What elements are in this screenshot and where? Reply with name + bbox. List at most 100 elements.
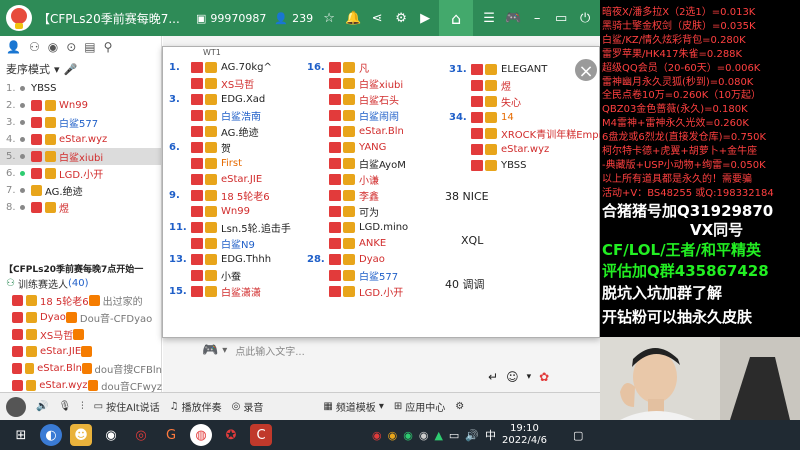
input-method[interactable]: 中 [485, 427, 496, 443]
popup-entry[interactable]: AG.绝迹 [169, 123, 291, 139]
minimize-icon[interactable]: – [529, 11, 545, 26]
speaker-icon[interactable]: 🔊 [465, 429, 479, 442]
share-icon[interactable]: ⋖ [369, 11, 385, 26]
search-icon[interactable]: ◐ [40, 424, 62, 446]
popup-entry[interactable]: 小谦 [307, 171, 408, 187]
settings-icon[interactable]: ⚙ [455, 401, 464, 412]
popup-entry[interactable]: LGD.小开 [307, 283, 408, 299]
record-button[interactable]: ◎ 录音 [232, 399, 264, 414]
mic-queue-item[interactable]: 3. 白鲨577 [0, 114, 161, 131]
channel-template-button[interactable]: ▦ 频道模板 ▾ [323, 399, 383, 414]
app-center-button[interactable]: ⊞ 应用中心 [394, 399, 445, 414]
popup-entry[interactable]: eStar.wyz [449, 141, 601, 157]
star-icon[interactable]: ☆ [321, 11, 337, 26]
gamepad-icon[interactable]: 🎮 [202, 343, 218, 358]
tray-icon[interactable]: ◉ [372, 429, 382, 442]
popup-entry[interactable]: 11. Lsn.5轮.追击手 [169, 219, 291, 235]
mic-queue-item[interactable]: 6. LGD.小开 [0, 165, 161, 182]
mic-queue-item[interactable]: 2. Wn99 [0, 97, 161, 114]
nvidia-icon[interactable]: ▲ [434, 429, 442, 442]
group-icon[interactable]: ⚇ [29, 40, 40, 54]
push-to-talk-button[interactable]: ▭ 按住Alt说话 [94, 399, 160, 414]
channel-user[interactable]: Dyao Dou音-CFDyao [0, 309, 162, 326]
mic-queue-item[interactable]: 4. eStar.wyz [0, 131, 161, 148]
popup-entry[interactable]: ANKE [307, 235, 408, 251]
chat-input[interactable]: 点此输入文字... [235, 343, 305, 358]
tray-icon[interactable]: ◉ [403, 429, 413, 442]
browser-icon[interactable]: G [160, 424, 182, 446]
popup-entry[interactable]: 28. Dyao [307, 251, 408, 267]
popup-entry[interactable]: eStar.Bln [307, 123, 408, 139]
training-channel[interactable]: ⚇ 训练赛选人 (40) [0, 276, 162, 291]
app-icon[interactable]: ☻ [70, 424, 92, 446]
netease-icon[interactable]: ◎ [130, 424, 152, 446]
chevron-down-icon[interactable]: ▾ [54, 63, 60, 76]
popup-entry[interactable]: 15. 白鲨潇潇 [169, 283, 291, 299]
mic-icon[interactable]: 🎙 [58, 401, 71, 412]
play-accompaniment-button[interactable]: ♫ 播放伴奏 [170, 399, 222, 414]
popup-entry[interactable]: Wn99 [169, 203, 291, 219]
popup-entry[interactable]: 白鲨AyoM [307, 155, 408, 171]
popup-entry[interactable]: XS马哲 [169, 75, 291, 91]
popup-entry[interactable]: 1. AG.70kg^ [169, 59, 291, 75]
popup-entry[interactable]: 白鲨xiubi [307, 75, 408, 91]
speaker-icon[interactable]: 🔊 [36, 401, 48, 412]
emoji-icon[interactable]: ☺ [506, 370, 519, 384]
gamepad-icon[interactable]: 🎮 [505, 11, 521, 26]
mic-mode-select[interactable]: 麦序模式 [6, 61, 50, 77]
popup-entry[interactable]: First [169, 155, 291, 171]
user-icon[interactable]: 👤 [6, 40, 21, 54]
pin-icon[interactable]: ⚲ [104, 40, 113, 54]
power-icon[interactable]: ⏻ [577, 11, 593, 26]
flower-icon[interactable]: ✿ [539, 370, 549, 384]
close-popup-button[interactable]: × [573, 57, 599, 83]
popup-entry[interactable]: 16. 凡 [307, 59, 408, 75]
cf-icon[interactable]: C [250, 424, 272, 446]
channel-user[interactable]: 18 5轮老6 出过家的 [0, 292, 162, 309]
popup-entry[interactable]: 白鲨石头 [307, 91, 408, 107]
popup-entry[interactable]: 李鑫 [307, 187, 408, 203]
popup-entry[interactable]: YBSS [449, 157, 601, 173]
popup-entry[interactable]: 白鲨N9 [169, 235, 291, 251]
chrome-icon[interactable]: ◍ [190, 424, 212, 446]
windows-start-icon[interactable]: ⊞ [10, 424, 32, 446]
notification-icon[interactable]: ▢ [573, 429, 583, 442]
channel-user[interactable]: eStar.Bln dou音搜CFBln [0, 360, 162, 377]
popup-entry[interactable]: 白鲨闹闹 [307, 107, 408, 123]
settings-icon[interactable]: ⚙ [393, 11, 409, 26]
game-icon[interactable]: ✪ [220, 424, 242, 446]
location-icon[interactable]: ◉ [48, 40, 58, 54]
mic-icon[interactable]: 🎤 [64, 63, 78, 76]
home-button[interactable]: ⌂ [439, 0, 474, 36]
popup-entry[interactable]: eStar.JIE [169, 171, 291, 187]
popup-entry[interactable]: 失心 [449, 93, 601, 109]
mic-queue-item[interactable]: 7. AG.绝迹 [0, 182, 161, 199]
mic-queue-item[interactable]: 8. 煜 [0, 199, 161, 216]
popup-entry[interactable]: 13. EDG.Thhh [169, 251, 291, 267]
list-icon[interactable]: ☰ [481, 11, 497, 26]
popup-entry[interactable]: 可为 [307, 203, 408, 219]
equalizer-icon[interactable]: ⫶ [81, 401, 84, 412]
enter-icon[interactable]: ↵ [488, 370, 498, 384]
popup-entry[interactable]: 6. 贺 [169, 139, 291, 155]
obs-icon[interactable]: ◉ [100, 424, 122, 446]
popup-entry[interactable]: 34. 14 [449, 109, 601, 125]
popup-entry[interactable]: 3. EDG.Xad [169, 91, 291, 107]
popup-entry[interactable]: 9. 18 5轮老6 [169, 187, 291, 203]
restore-icon[interactable]: ▭ [553, 11, 569, 26]
video-icon[interactable]: ▶ [417, 11, 433, 26]
popup-entry[interactable]: 小蚕 [169, 267, 291, 283]
popup-entry[interactable]: 白鲨浩南 [169, 107, 291, 123]
tray-icon[interactable]: ◉ [388, 429, 398, 442]
avatar[interactable] [6, 396, 26, 417]
popup-entry[interactable]: LGD.mino [307, 219, 408, 235]
tray-icon[interactable]: ◉ [419, 429, 429, 442]
chevron-down-icon[interactable]: ▾ [222, 345, 227, 356]
channel-user[interactable]: XS马哲 [0, 326, 162, 343]
bell-icon[interactable]: 🔔 [345, 11, 361, 26]
target-icon[interactable]: ⊙ [66, 40, 76, 54]
popup-entry[interactable]: 白鲨577 [307, 267, 408, 283]
network-icon[interactable]: ▭ [449, 429, 459, 442]
chevron-down-icon[interactable]: ▾ [527, 372, 532, 382]
popup-entry[interactable]: XROCK青训年糕Empi [449, 125, 601, 141]
